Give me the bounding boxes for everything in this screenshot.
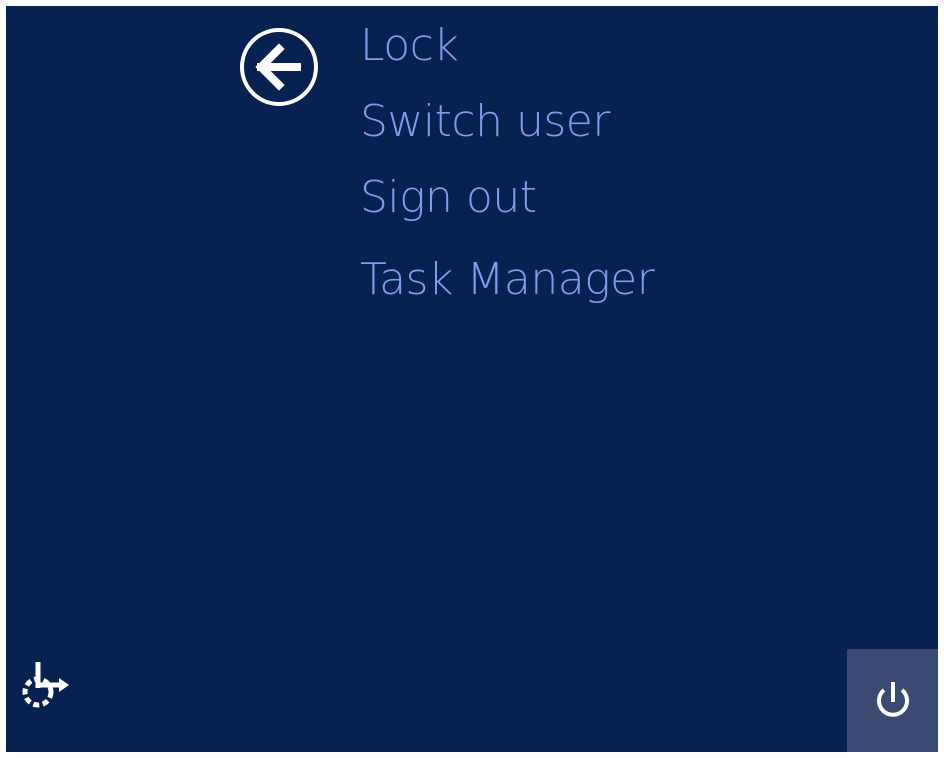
power-icon (877, 682, 909, 717)
security-options-screen: Lock Switch user Sign out Task Manager (6, 6, 938, 752)
sign-out-option[interactable]: Sign out (360, 170, 537, 226)
task-manager-option[interactable]: Task Manager (360, 252, 655, 308)
ease-of-access-icon (22, 662, 69, 708)
lock-option[interactable]: Lock (360, 18, 459, 74)
switch-user-option[interactable]: Switch user (360, 94, 610, 150)
ease-of-access-button[interactable] (16, 658, 72, 714)
back-button[interactable] (239, 27, 319, 107)
back-arrow-icon (240, 28, 318, 106)
power-button[interactable] (847, 649, 938, 752)
